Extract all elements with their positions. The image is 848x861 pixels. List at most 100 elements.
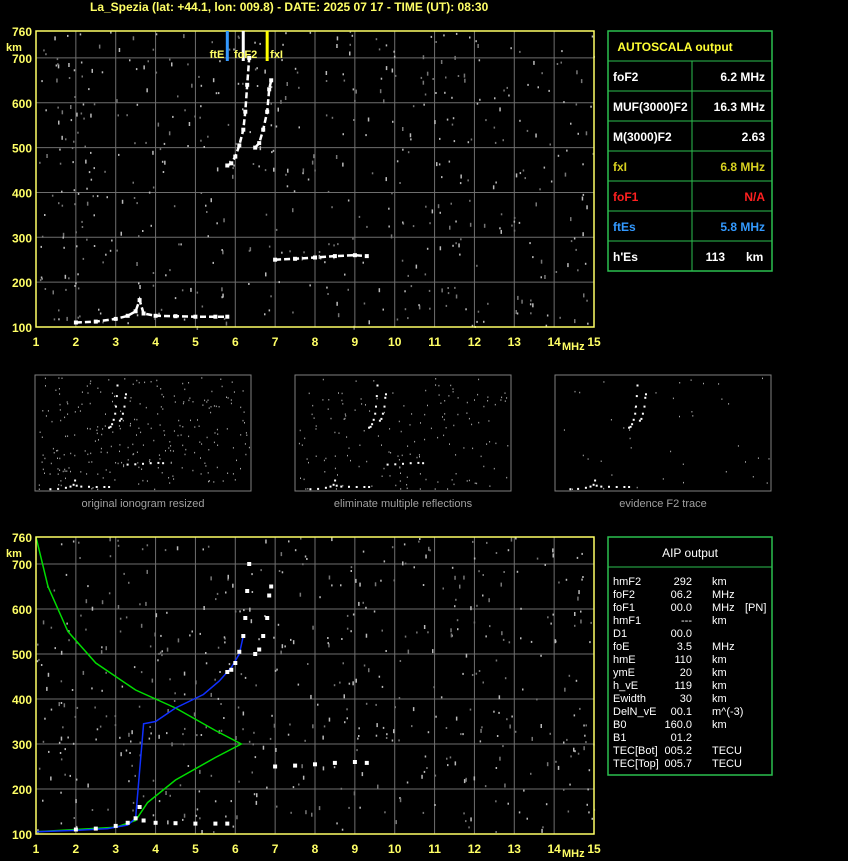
noise-dot [515, 537, 517, 540]
noise-dot [399, 660, 402, 662]
noise-dot [575, 103, 578, 106]
noise-dot [76, 112, 78, 117]
thumb-noise [427, 404, 428, 407]
x-tick-label: 3 [112, 842, 119, 856]
noise-dot [441, 288, 443, 293]
thumb-noise [52, 447, 54, 450]
noise-dot [275, 228, 278, 231]
noise-dot [58, 120, 60, 125]
aip-cell: MHz [712, 602, 735, 614]
thumb-noise [204, 462, 206, 464]
thumb-trace [383, 405, 386, 408]
noise-dot [139, 603, 141, 606]
noise-dot [423, 770, 426, 773]
thumb-noise [231, 381, 233, 383]
thumb-noise [373, 380, 375, 382]
noise-dot [552, 548, 554, 553]
noise-dot [292, 640, 295, 645]
thumb-noise [691, 411, 693, 413]
thumb-noise [312, 404, 314, 407]
noise-dot [249, 131, 251, 134]
noise-dot [86, 238, 88, 241]
noise-dot [237, 35, 240, 38]
noise-dot [460, 238, 462, 241]
thumb-noise [338, 392, 339, 394]
noise-dot [411, 725, 413, 728]
y-tick-label: 400 [12, 186, 32, 200]
thumb-noise [304, 437, 306, 440]
noise-dot [307, 178, 310, 181]
noise-dot [447, 292, 450, 295]
noise-dot [535, 133, 537, 138]
thumb-noise [322, 378, 324, 381]
noise-dot [511, 715, 513, 718]
noise-dot [268, 245, 271, 248]
noise-dot [282, 43, 284, 46]
noise-dot [43, 49, 45, 52]
noise-dot [436, 162, 438, 167]
noise-dot [347, 199, 350, 202]
autoscala-label: M(3000)F2 [613, 130, 672, 144]
thumb-noise [299, 429, 301, 432]
noise-dot [190, 287, 192, 292]
trace-point [313, 762, 317, 767]
noise-dot [342, 162, 344, 167]
noise-dot [134, 774, 136, 777]
noise-dot [167, 820, 169, 825]
noise-dot [494, 141, 497, 144]
thumb-noise [173, 430, 175, 432]
thumb-noise [144, 381, 146, 384]
noise-dot [475, 40, 477, 43]
noise-dot [318, 254, 321, 259]
thumb-noise [411, 413, 413, 415]
thumb-noise [236, 459, 237, 462]
noise-dot [519, 119, 521, 122]
thumb-noise [354, 409, 356, 411]
noise-dot [74, 203, 76, 206]
thumb-noise [721, 398, 723, 400]
thumb-noise [344, 413, 346, 415]
thumb-trace [385, 393, 387, 396]
thumb-noise [117, 462, 119, 465]
thumb-noise [306, 458, 308, 460]
noise-dot [91, 809, 94, 811]
thumb-noise [87, 392, 89, 394]
noise-dot [420, 76, 423, 79]
noise-dot [61, 110, 64, 115]
aip-cell: hmE [613, 654, 636, 666]
noise-dot [78, 541, 80, 544]
noise-dot [256, 793, 258, 798]
noise-dot [273, 636, 275, 639]
noise-dot [407, 649, 410, 654]
noise-dot [224, 641, 226, 644]
noise-dot [340, 584, 342, 587]
thumb-noise [81, 391, 83, 393]
thumb-noise [139, 403, 141, 405]
thumb-noise [453, 483, 455, 486]
noise-dot [361, 772, 364, 777]
thumb-noise [172, 450, 174, 452]
thumb-noise [435, 384, 437, 386]
thumb-noise [392, 392, 394, 394]
noise-dot [454, 575, 456, 580]
noise-dot [238, 780, 240, 783]
noise-dot [540, 276, 542, 279]
thumb-noise [478, 421, 480, 424]
aip-cell: foE [613, 641, 630, 653]
noise-dot [343, 79, 346, 82]
thumb-noise [105, 469, 107, 471]
noise-dot [362, 550, 365, 553]
noise-dot [105, 671, 107, 674]
noise-dot [62, 236, 64, 239]
noise-dot [418, 540, 420, 543]
noise-dot [157, 659, 159, 662]
noise-dot [422, 80, 425, 85]
y-tick-label: 500 [12, 648, 32, 662]
noise-dot [164, 160, 166, 165]
thumb-noise [138, 466, 140, 469]
noise-dot [415, 264, 418, 269]
trace-point [352, 760, 357, 764]
thumb-noise [216, 466, 218, 469]
noise-dot [266, 786, 268, 789]
noise-dot [585, 741, 587, 744]
